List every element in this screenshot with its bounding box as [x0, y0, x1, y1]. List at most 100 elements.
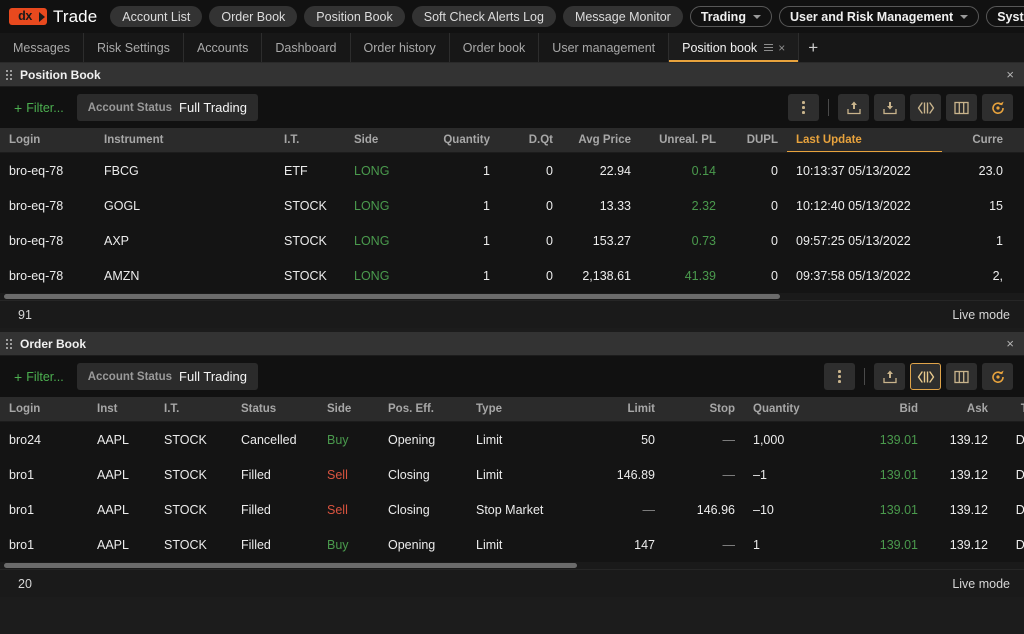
cell-unreal-pl: 0.73 [640, 234, 725, 248]
position-book-refresh-button[interactable] [982, 94, 1013, 121]
column-header-status[interactable]: Status [232, 397, 318, 422]
position-book-close-icon[interactable]: × [1004, 68, 1016, 81]
table-row[interactable]: bro-eq-78AXPSTOCKLONG10153.270.73009:57:… [0, 223, 1024, 258]
column-header-i-t[interactable]: I.T. [155, 397, 232, 422]
position-book-import-button[interactable] [874, 94, 905, 121]
topbar-pill-position-book[interactable]: Position Book [304, 6, 404, 27]
position-book-fit-columns-button[interactable] [910, 94, 941, 121]
column-header-ask[interactable]: Ask [927, 397, 997, 422]
tab-close-icon[interactable]: × [778, 42, 785, 54]
column-header-last-update[interactable]: Last Update [787, 128, 942, 153]
position-book-account-status-chip[interactable]: Account Status Full Trading [77, 94, 258, 121]
order-book-account-status-chip[interactable]: Account Status Full Trading [77, 363, 258, 390]
column-header-label: Quantity [443, 134, 490, 146]
order-book-fit-columns-button[interactable] [910, 363, 941, 390]
table-row[interactable]: bro-eq-78AMZNSTOCKLONG102,138.6141.39009… [0, 258, 1024, 293]
drag-handle-icon[interactable] [6, 339, 12, 349]
column-header-quantity[interactable]: Quantity [421, 128, 499, 153]
topbar-menu-system[interactable]: Syst [986, 6, 1024, 27]
tab-dashboard[interactable]: Dashboard [262, 33, 350, 62]
dx-logo-icon: dx [9, 8, 47, 25]
column-header-i-t[interactable]: I.T. [275, 128, 345, 153]
column-header-label: I.T. [164, 403, 179, 415]
order-book-horizontal-scrollbar[interactable] [0, 562, 1024, 569]
column-header-bid[interactable]: Bid [849, 397, 927, 422]
tab-position-book[interactable]: Position book × [669, 33, 799, 62]
column-header-dupl[interactable]: DUPL [725, 128, 787, 153]
column-header-label: Pos. Eff. [388, 403, 434, 415]
plus-icon: + [14, 370, 22, 384]
scrollbar-thumb[interactable] [4, 294, 780, 299]
column-header-tif[interactable]: TIF [997, 397, 1024, 422]
add-tab-button[interactable]: + [799, 33, 827, 62]
tab-accounts[interactable]: Accounts [184, 33, 262, 62]
position-book-horizontal-scrollbar[interactable] [0, 293, 1024, 300]
cell-login: bro-eq-78 [0, 199, 95, 213]
tab-order-book[interactable]: Order book [450, 33, 540, 62]
cell-quantity: –10 [744, 503, 849, 517]
cell-it: STOCK [155, 538, 232, 552]
table-row[interactable]: bro-eq-78GOGLSTOCKLONG1013.332.32010:12:… [0, 188, 1024, 223]
cell-it: STOCK [275, 234, 345, 248]
position-book-header-row: LoginInstrument I.T. Side Quantity D.QtAvg P… [0, 128, 1024, 153]
order-book-refresh-button[interactable] [982, 363, 1013, 390]
topbar-menu-trading[interactable]: Trading [690, 6, 772, 27]
cell-side: LONG [345, 164, 421, 178]
order-book-column-chooser-button[interactable] [946, 363, 977, 390]
expand-columns-icon [917, 101, 935, 115]
table-row[interactable]: bro1AAPLSTOCKFilledBuyOpeningLimit147—11… [0, 527, 1024, 562]
cell-inst: AAPL [88, 468, 155, 482]
tab-user-management[interactable]: User management [539, 33, 669, 62]
table-row[interactable]: bro1AAPLSTOCKFilledSellClosingStop Marke… [0, 492, 1024, 527]
tab-label: Messages [13, 41, 70, 55]
cell-login: bro-eq-78 [0, 234, 95, 248]
column-header-unreal-pl[interactable]: Unreal. PL [640, 128, 725, 153]
column-header-side[interactable]: Side [345, 128, 421, 153]
topbar-pill-message-monitor[interactable]: Message Monitor [563, 6, 683, 27]
column-header-side[interactable]: Side [318, 397, 379, 422]
table-row[interactable]: bro-eq-78FBCGETFLONG1022.940.14010:13:37… [0, 153, 1024, 188]
position-book-more-menu-button[interactable] [788, 94, 819, 121]
order-book-export-button[interactable] [874, 363, 905, 390]
column-header-label: I.T. [284, 134, 299, 146]
topbar-pill-order-book[interactable]: Order Book [209, 6, 297, 27]
position-book-column-chooser-button[interactable] [946, 94, 977, 121]
drag-handle-icon[interactable] [6, 70, 12, 80]
cell-dqt: 0 [499, 199, 562, 213]
order-book-header-row: LoginInst I.T. StatusSide Pos. Eff. TypeLimi… [0, 397, 1024, 422]
scrollbar-thumb[interactable] [4, 563, 577, 568]
column-header-login[interactable]: Login [0, 397, 88, 422]
tab-messages[interactable]: Messages [0, 33, 84, 62]
order-book-add-filter-button[interactable]: + Filter... [14, 370, 64, 384]
column-header-limit[interactable]: Limit [579, 397, 664, 422]
column-header-instrument[interactable]: Instrument [95, 128, 275, 153]
column-header-inst[interactable]: Inst [88, 397, 155, 422]
order-book-rows: bro24AAPLSTOCKCancelledBuyOpeningLimit50… [0, 422, 1024, 562]
cell-stop: — [664, 538, 744, 552]
column-header-d-qt[interactable]: D.Qt [499, 128, 562, 153]
order-book-more-menu-button[interactable] [824, 363, 855, 390]
cell-limit: — [579, 503, 664, 517]
column-header-login[interactable]: Login [0, 128, 95, 153]
topbar-menu-user-and-risk-management[interactable]: User and Risk Management [779, 6, 979, 27]
column-header-quantity[interactable]: Quantity [744, 397, 849, 422]
topbar-pill-soft-check-alerts-log[interactable]: Soft Check Alerts Log [412, 6, 556, 27]
order-book-close-icon[interactable]: × [1004, 337, 1016, 350]
position-book-add-filter-button[interactable]: + Filter... [14, 101, 64, 115]
column-header-pos-eff[interactable]: Pos. Eff. [379, 397, 467, 422]
column-header-curre[interactable]: Curre [942, 128, 1012, 153]
tab-order-history[interactable]: Order history [351, 33, 450, 62]
table-row[interactable]: bro24AAPLSTOCKCancelledBuyOpeningLimit50… [0, 422, 1024, 457]
tab-risk-settings[interactable]: Risk Settings [84, 33, 184, 62]
table-row[interactable]: bro1AAPLSTOCKFilledSellClosingLimit146.8… [0, 457, 1024, 492]
cell-dupl: 0 [725, 269, 787, 283]
column-header-stop[interactable]: Stop [664, 397, 744, 422]
columns-icon [954, 370, 969, 384]
column-header-type[interactable]: Type [467, 397, 579, 422]
cell-last-update: 09:37:58 05/13/2022 [787, 269, 942, 283]
position-book-export-button[interactable] [838, 94, 869, 121]
cell-instrument: GOGL [95, 199, 275, 213]
column-header-avg-price[interactable]: Avg Price [562, 128, 640, 153]
topbar-pill-account-list[interactable]: Account List [110, 6, 202, 27]
tab-menu-icon[interactable] [764, 44, 773, 51]
